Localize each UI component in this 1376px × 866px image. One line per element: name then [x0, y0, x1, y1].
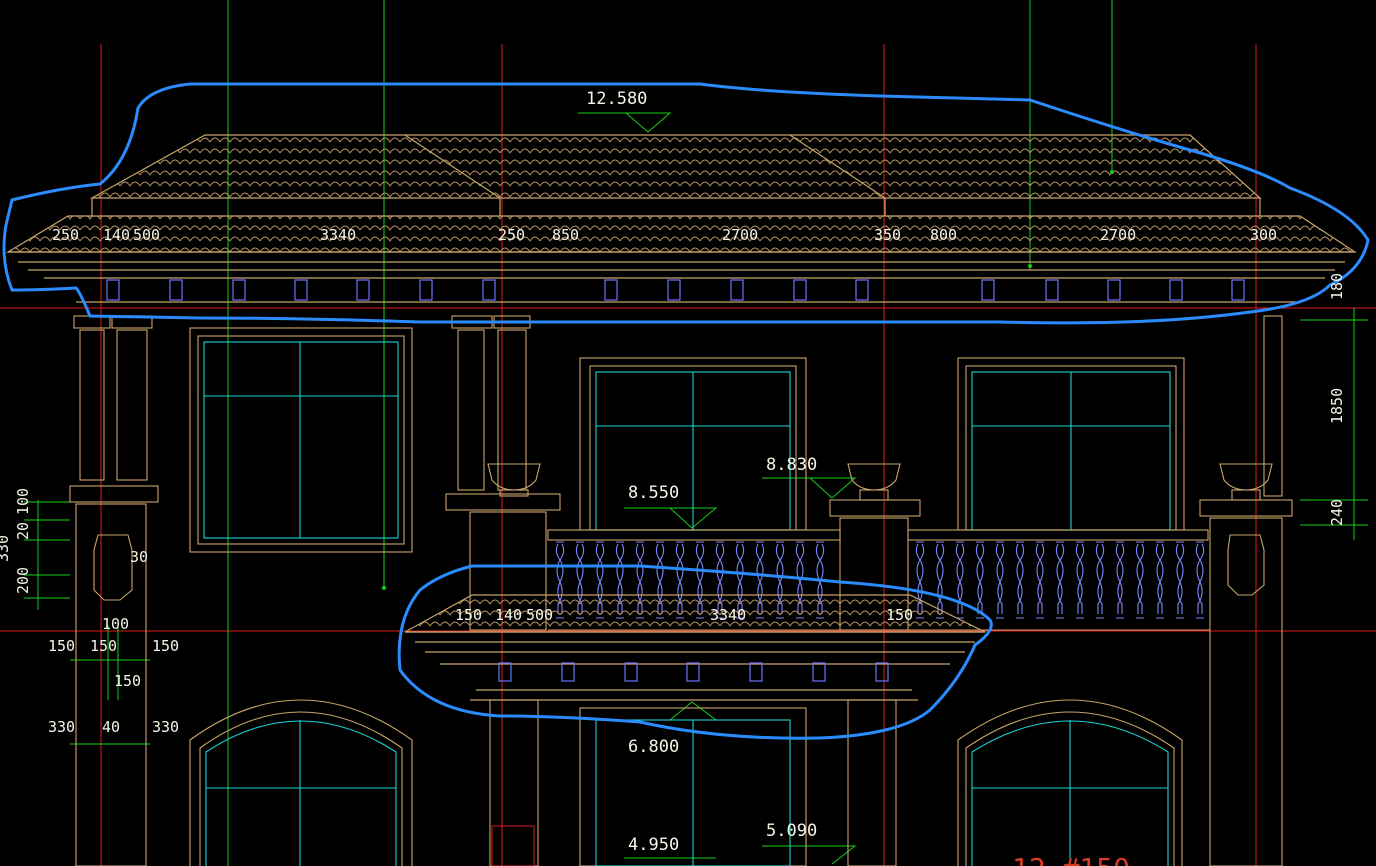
dim-upper-6: 850 [552, 226, 579, 244]
baluster [1015, 541, 1025, 619]
dim-canopy-3: 500 [526, 606, 553, 624]
elevation-canopy-bottom: 6.800 [628, 737, 679, 757]
dim-upper-3: 500 [133, 226, 160, 244]
dim-left-20: 20 [14, 522, 32, 540]
elevation-labels: 12.580 8.830 8.550 6.800 5.090 4.950 [586, 89, 817, 855]
dim-left-100: 100 [14, 488, 32, 515]
elevation-railing-top: 8.830 [766, 455, 817, 475]
columns [69, 315, 1293, 866]
dim-right-240: 240 [1328, 499, 1346, 526]
cad-viewport[interactable]: 12.580 8.830 8.550 6.800 5.090 4.950 250… [0, 0, 1376, 866]
dim-left-330a: 330 [48, 718, 75, 736]
dim-upper-5: 250 [498, 226, 525, 244]
dim-upper-9: 800 [930, 226, 957, 244]
elevation-balcony-floor: 8.550 [628, 483, 679, 503]
elevation-ground-sill: 4.950 [628, 835, 679, 855]
dim-left-partial: 330 [0, 535, 12, 562]
dim-left-150b: 150 [90, 637, 117, 655]
elevation-drawing: 12.580 8.830 8.550 6.800 5.090 4.950 250… [0, 0, 1376, 866]
dim-upper-7: 2700 [722, 226, 758, 244]
red-marker-box [491, 825, 535, 866]
baluster [1195, 541, 1205, 619]
dim-left-150d: 150 [114, 672, 141, 690]
upper-roof [5, 134, 1358, 303]
dim-left-330b: 330 [152, 718, 179, 736]
dim-right-180: 180 [1328, 273, 1346, 300]
right-dimensions: 1850 240 180 [1328, 273, 1346, 526]
upper-roof-markup [2, 82, 1370, 325]
baluster [1035, 541, 1045, 619]
dimension-lines [24, 0, 1368, 866]
baluster [1135, 541, 1145, 619]
dim-canopy-5: 150 [886, 606, 913, 624]
bottom-partial-text: 12 #150 [1012, 852, 1130, 866]
baluster [1075, 541, 1085, 619]
baluster [995, 541, 1005, 619]
urns [487, 463, 1273, 501]
upper-brackets [106, 279, 1245, 301]
elevation-ground-door: 5.090 [766, 821, 817, 841]
dim-upper-8: 350 [874, 226, 901, 244]
dim-upper-11: 300 [1250, 226, 1277, 244]
left-dimensions: 100 20 200 330 30 150 150 100 150 150 33… [0, 488, 179, 736]
baluster [1055, 541, 1065, 619]
baluster [1175, 541, 1185, 619]
baluster [1155, 541, 1165, 619]
dim-canopy-4: 3340 [710, 606, 746, 624]
baluster [935, 541, 945, 619]
dim-left-150c: 150 [152, 637, 179, 655]
dim-upper-4: 3340 [320, 226, 356, 244]
dim-left-200: 200 [14, 567, 32, 594]
baluster [955, 541, 965, 619]
dim-upper-1: 250 [52, 226, 79, 244]
dim-canopy-1: 150 [455, 606, 482, 624]
dim-right-1850: 1850 [1328, 388, 1346, 424]
dim-left-150a: 150 [48, 637, 75, 655]
elevation-roof-top: 12.580 [586, 89, 647, 109]
lower-brackets [498, 662, 889, 682]
dim-upper-2: 140 [103, 226, 130, 244]
dim-left-40: 40 [102, 718, 120, 736]
dim-canopy-2: 140 [495, 606, 522, 624]
dim-left-100b: 100 [102, 615, 129, 633]
baluster [975, 541, 985, 619]
dim-left-30: 30 [130, 548, 148, 566]
baluster [1095, 541, 1105, 619]
baluster [1115, 541, 1125, 619]
dim-upper-10: 2700 [1100, 226, 1136, 244]
